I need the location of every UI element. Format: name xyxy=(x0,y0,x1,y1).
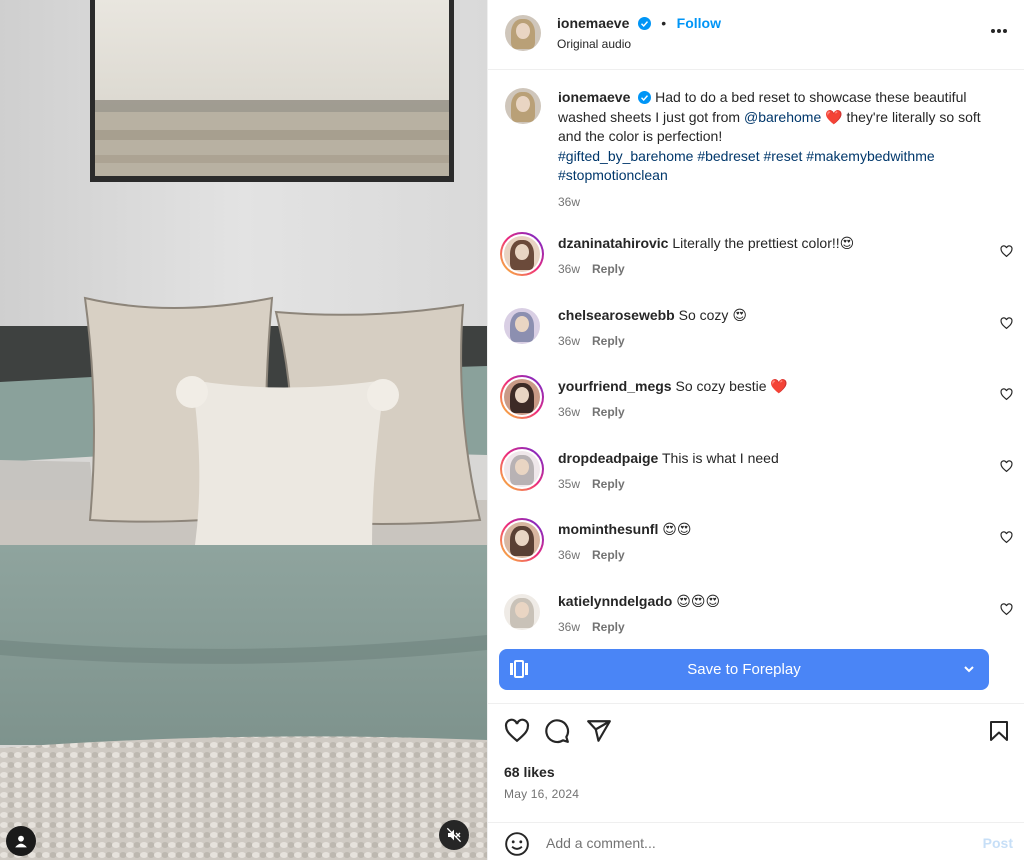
comment-meta: 36w Reply xyxy=(558,548,625,562)
bookmark-icon[interactable] xyxy=(987,718,1011,744)
commenter-username[interactable]: dzaninatahirovic xyxy=(558,235,668,251)
caption-time: 36w xyxy=(558,195,581,209)
comment-text: Literally the prettiest color!!😍 xyxy=(672,235,855,251)
author-username[interactable]: ionemaeve xyxy=(557,15,629,31)
post-date: May 16, 2024 xyxy=(504,787,580,801)
commenter-username[interactable]: katielynndelgado xyxy=(558,593,672,609)
verified-badge-icon xyxy=(637,17,651,30)
author-avatar[interactable] xyxy=(505,15,541,51)
reply-button[interactable]: Reply xyxy=(592,620,625,634)
comment-meta: 36w Reply xyxy=(558,620,625,634)
reply-button[interactable]: Reply xyxy=(592,405,625,419)
comment-body: yourfriend_megs So cozy bestie ❤️ xyxy=(558,378,788,395)
comment-text: 😍😍😍 xyxy=(676,593,721,609)
comment-time: 36w xyxy=(558,405,581,419)
comment-row: yourfriend_megs So cozy bestie ❤️ 36w Repl… xyxy=(488,375,1024,450)
post-media[interactable] xyxy=(0,0,487,860)
post-side-panel: ionemaeve • Follow Original audio ionema… xyxy=(487,0,1024,860)
comment-body: chelsearosewebb So cozy 😍 xyxy=(558,307,747,324)
commenter-avatar[interactable] xyxy=(504,379,540,415)
comment-time: 36w xyxy=(558,334,581,348)
like-heart-icon[interactable] xyxy=(504,718,530,744)
commenter-avatar[interactable] xyxy=(504,522,540,558)
comment-like-heart-icon[interactable] xyxy=(1000,317,1013,330)
post-actions: 68 likes May 16, 2024 xyxy=(488,703,1024,823)
instagram-post-modal: ionemaeve • Follow Original audio ionema… xyxy=(0,0,1024,860)
reply-button[interactable]: Reply xyxy=(592,477,625,491)
story-ring[interactable] xyxy=(500,232,544,276)
comment-time: 36w xyxy=(558,548,581,562)
bedroom-video-frame xyxy=(0,0,487,860)
caption: ionemaeve Had to do a bed reset to showc… xyxy=(558,88,998,186)
commenter-username[interactable]: mominthesunfl xyxy=(558,521,658,537)
likes-count[interactable]: 68 likes xyxy=(504,764,555,780)
commenter-username[interactable]: dropdeadpaige xyxy=(558,450,658,466)
header-user-line: ionemaeve • Follow xyxy=(557,15,721,33)
story-ring[interactable] xyxy=(500,375,544,419)
comment-body: dzaninatahirovic Literally the prettiest… xyxy=(558,235,854,252)
share-paper-plane-icon[interactable] xyxy=(586,718,612,744)
comment-time: 35w xyxy=(558,477,581,491)
reply-button[interactable]: Reply xyxy=(592,548,625,562)
chevron-down-icon[interactable] xyxy=(963,663,975,675)
comment-meta: 35w Reply xyxy=(558,477,625,491)
emoji-smiley-icon[interactable] xyxy=(504,831,530,857)
user-tags-button[interactable] xyxy=(6,826,36,856)
commenter-avatar[interactable] xyxy=(504,308,540,344)
person-icon xyxy=(15,835,27,848)
comment-row: mominthesunfl 😍😍 36w Reply xyxy=(488,518,1024,593)
comment-text: 😍😍 xyxy=(662,521,692,537)
reply-button[interactable]: Reply xyxy=(592,334,625,348)
commenter-avatar[interactable] xyxy=(504,236,540,272)
comment-text: So cozy 😍 xyxy=(678,307,747,323)
comment-like-heart-icon[interactable] xyxy=(1000,603,1013,616)
comment-meta: 36w Reply xyxy=(558,405,625,419)
commenter-avatar[interactable] xyxy=(504,594,540,630)
save-to-foreplay-button[interactable]: Save to Foreplay xyxy=(499,649,989,690)
comment-meta: 36w Reply xyxy=(558,262,625,276)
story-ring[interactable] xyxy=(500,447,544,491)
comment-text: So cozy bestie ❤️ xyxy=(675,378,788,394)
muted-speaker-icon xyxy=(446,827,462,843)
comment-like-heart-icon[interactable] xyxy=(1000,460,1013,473)
post-comment-button[interactable]: Post xyxy=(983,835,1013,851)
comment-row: dzaninatahirovic Literally the prettiest… xyxy=(488,232,1024,307)
comment-row: chelsearosewebb So cozy 😍 36w Reply xyxy=(488,307,1024,379)
comment-time: 36w xyxy=(558,620,581,634)
comment-time: 36w xyxy=(558,262,581,276)
more-options-icon[interactable] xyxy=(990,28,1008,34)
commenter-avatar[interactable] xyxy=(504,451,540,487)
story-ring[interactable] xyxy=(500,518,544,562)
verified-badge-icon xyxy=(638,91,652,104)
comment-meta: 36w Reply xyxy=(558,334,625,348)
caption-hashtags[interactable]: #gifted_by_barehome #bedreset #reset #ma… xyxy=(558,147,998,186)
caption-emoji: ❤️ xyxy=(825,108,843,125)
comment-like-heart-icon[interactable] xyxy=(1000,245,1013,258)
comment-bubble-icon[interactable] xyxy=(544,718,570,744)
comment-body: dropdeadpaige This is what I need xyxy=(558,450,779,466)
caption-username[interactable]: ionemaeve xyxy=(558,89,630,105)
comment-composer: Post xyxy=(488,822,1024,860)
save-bar-label: Save to Foreplay xyxy=(687,661,801,678)
caption-mention[interactable]: @barehome xyxy=(744,109,821,125)
comment-like-heart-icon[interactable] xyxy=(1000,388,1013,401)
post-header: ionemaeve • Follow Original audio xyxy=(488,0,1024,70)
mute-button[interactable] xyxy=(439,820,469,850)
comment-input[interactable] xyxy=(546,832,946,854)
commenter-username[interactable]: chelsearosewebb xyxy=(558,307,675,323)
audio-label[interactable]: Original audio xyxy=(557,37,631,51)
comment-row: dropdeadpaige This is what I need 35w Repl… xyxy=(488,447,1024,522)
foreplay-logo-icon xyxy=(510,660,528,678)
separator-dot: • xyxy=(661,15,667,31)
follow-button[interactable]: Follow xyxy=(677,15,721,31)
comment-body: katielynndelgado 😍😍😍 xyxy=(558,593,720,610)
comment-body: mominthesunfl 😍😍 xyxy=(558,521,691,538)
caption-avatar[interactable] xyxy=(505,88,541,124)
commenter-username[interactable]: yourfriend_megs xyxy=(558,378,672,394)
reply-button[interactable]: Reply xyxy=(592,262,625,276)
comment-like-heart-icon[interactable] xyxy=(1000,531,1013,544)
comment-text: This is what I need xyxy=(662,450,779,466)
